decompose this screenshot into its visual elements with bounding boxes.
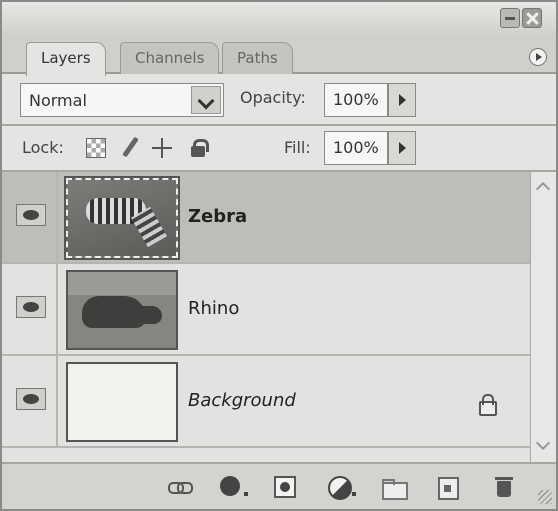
layers-toolbar — [2, 462, 556, 509]
blend-mode-value: Normal — [29, 91, 87, 110]
layer-list-scrollbar[interactable] — [530, 172, 556, 462]
lock-label: Lock: — [22, 138, 64, 157]
layers-panel: Layers Channels Paths Normal Opacity: 10… — [0, 0, 558, 511]
eye-icon[interactable] — [16, 388, 46, 410]
fill-label: Fill: — [284, 138, 311, 157]
add-layer-mask-icon[interactable] — [274, 476, 296, 498]
lock-image-brush-icon[interactable] — [120, 138, 140, 158]
panel-title-bar[interactable] — [2, 2, 556, 36]
link-layers-icon[interactable] — [168, 476, 193, 498]
lock-transparency-icon[interactable] — [86, 138, 106, 158]
visibility-column — [2, 172, 58, 262]
opacity-label: Opacity: — [240, 88, 306, 107]
new-adjustment-layer-icon[interactable] — [328, 476, 356, 500]
resize-grip-icon[interactable] — [538, 490, 552, 504]
visibility-column — [2, 264, 58, 354]
add-layer-style-icon[interactable] — [220, 476, 248, 498]
layer-name[interactable]: Background — [188, 390, 296, 411]
background-thumbnail[interactable] — [66, 362, 178, 442]
tab-layers[interactable]: Layers — [26, 42, 106, 76]
scroll-up-icon[interactable] — [534, 178, 552, 196]
chevron-down-icon[interactable] — [191, 86, 221, 114]
visibility-column — [2, 356, 58, 446]
eye-icon[interactable] — [16, 204, 46, 226]
blend-mode-select[interactable]: Normal — [20, 83, 224, 117]
layer-name[interactable]: Zebra — [188, 206, 247, 227]
panel-menu-icon[interactable] — [529, 48, 547, 66]
layer-lock-icon — [478, 394, 497, 416]
scroll-down-icon[interactable] — [534, 438, 552, 456]
lock-all-padlock-icon[interactable] — [188, 138, 209, 158]
panel-tabs: Layers Channels Paths — [2, 36, 556, 76]
layer-row-background[interactable]: Background — [2, 356, 530, 448]
layer-list: Zebra Rhino Background — [2, 172, 530, 462]
minimize-icon[interactable] — [500, 8, 520, 28]
lock-position-move-icon[interactable] — [152, 138, 172, 158]
close-icon[interactable] — [522, 8, 542, 28]
opacity-input[interactable]: 100% — [324, 83, 388, 117]
tab-paths[interactable]: Paths — [222, 42, 293, 74]
new-group-folder-icon[interactable] — [382, 476, 408, 500]
eye-icon[interactable] — [16, 296, 46, 318]
zebra-thumbnail[interactable] — [64, 176, 180, 260]
tab-channels[interactable]: Channels — [120, 42, 220, 74]
fill-slider-arrow-icon[interactable] — [388, 131, 416, 165]
blend-opacity-row: Normal Opacity: 100% — [2, 74, 556, 126]
new-layer-icon[interactable] — [436, 476, 459, 500]
layer-row-rhino[interactable]: Rhino — [2, 264, 530, 356]
opacity-slider-arrow-icon[interactable] — [388, 83, 416, 117]
layer-name[interactable]: Rhino — [188, 298, 239, 319]
fill-input[interactable]: 100% — [324, 131, 388, 165]
rhino-thumbnail[interactable] — [66, 270, 178, 350]
delete-layer-trash-icon[interactable] — [494, 476, 516, 498]
layer-row-zebra[interactable]: Zebra — [2, 172, 530, 264]
lock-fill-row: Lock: Fill: 100% — [2, 126, 556, 172]
